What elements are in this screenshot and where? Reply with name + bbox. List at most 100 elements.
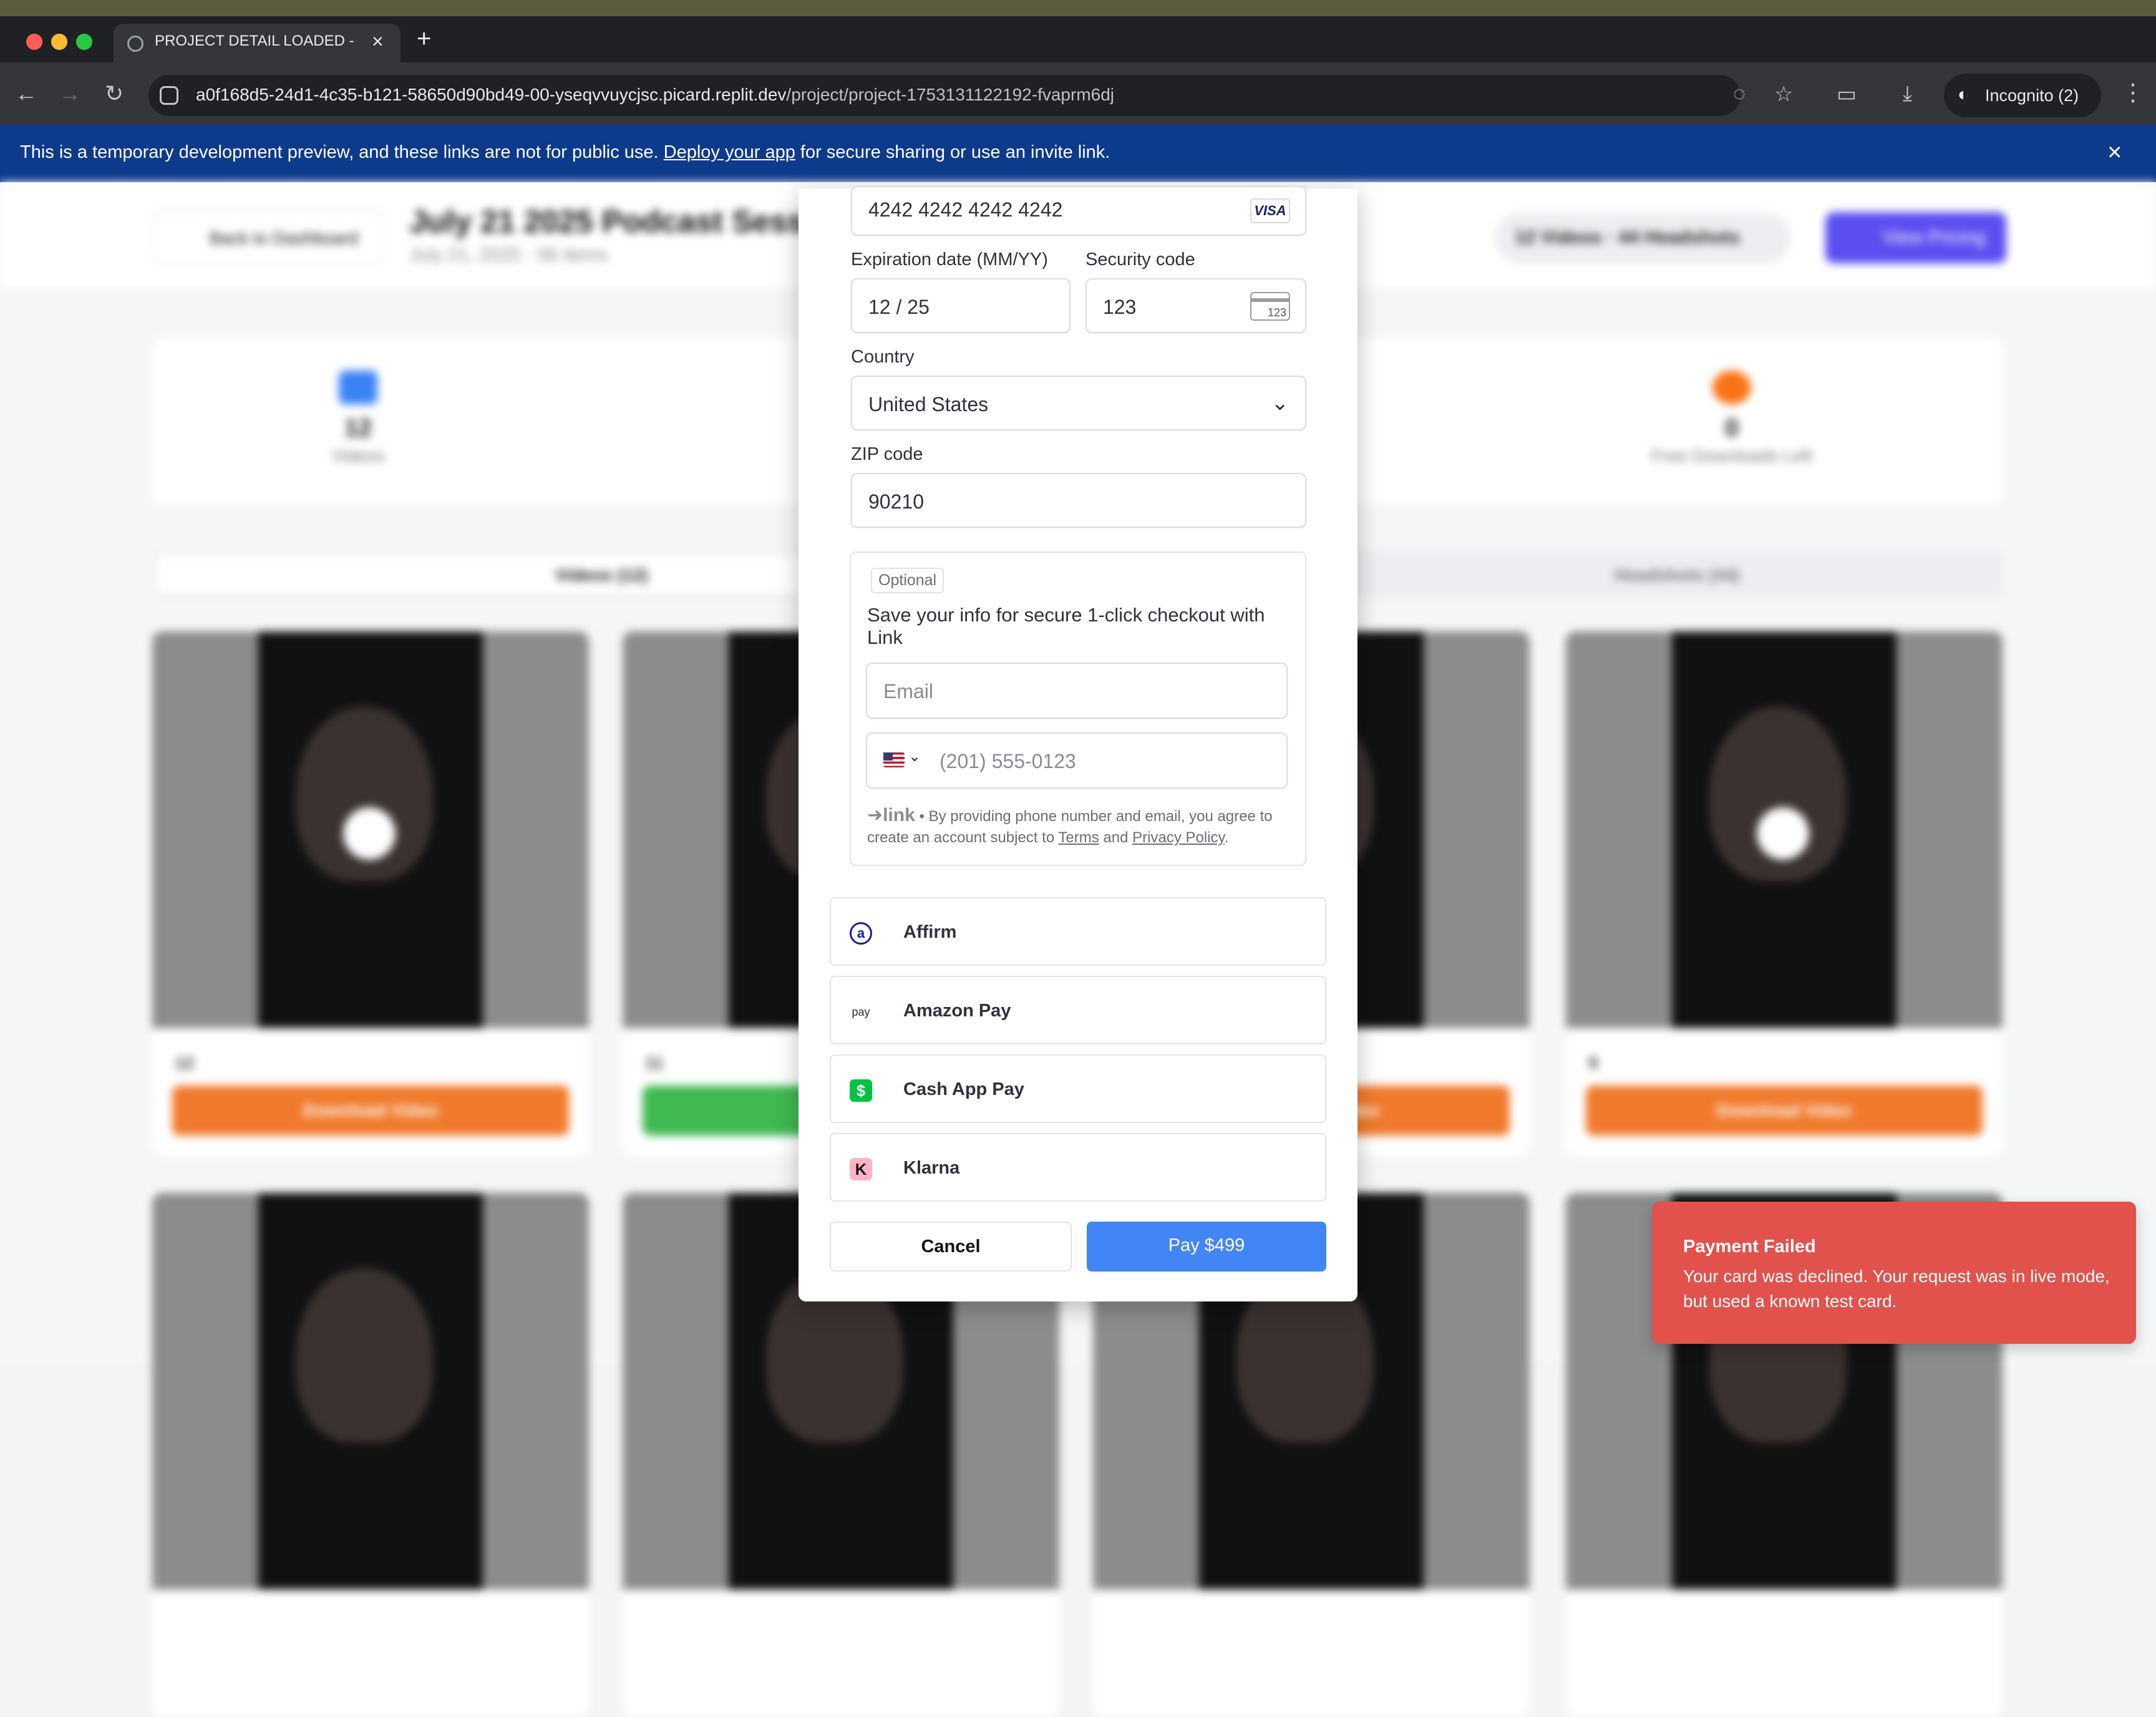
payment-modal: 4242 4242 4242 4242 VISA Expiration date… [799, 186, 1357, 1301]
video-card[interactable] [152, 1193, 589, 1717]
tab-close-icon[interactable]: × [372, 30, 384, 53]
play-icon[interactable] [1757, 807, 1809, 860]
payment-method-label: Klarna [903, 1158, 960, 1178]
browser-tab[interactable]: PROJECT DETAIL LOADED - / × [114, 24, 401, 62]
summary-badge: 12 Videos · 44 Headshots [1495, 212, 1790, 263]
close-window-button[interactable] [26, 34, 42, 50]
link-phone-input[interactable]: ⌄ (201) 555-0123 [866, 732, 1288, 789]
tab-favicon-icon [127, 36, 143, 52]
eye-slash-icon[interactable]: ◌ [1733, 82, 1746, 106]
cancel-button[interactable]: Cancel [830, 1222, 1072, 1272]
cash-app-icon: $ [850, 1079, 872, 1102]
os-menubar [0, 0, 2156, 16]
video-thumbnail[interactable] [1566, 631, 2003, 1028]
us-flag-icon[interactable] [883, 752, 905, 767]
reload-icon[interactable]: ↻ [105, 80, 124, 107]
payment-method-label: Cash App Pay [903, 1079, 1024, 1099]
cvc-icon-text: 123 [1267, 306, 1286, 319]
payment-method-amazon-pay[interactable]: pay Amazon Pay [830, 976, 1326, 1044]
payment-method-cash-app-pay[interactable]: $ Cash App Pay [830, 1054, 1326, 1123]
forward-arrow-icon[interactable]: → [59, 80, 81, 107]
email-placeholder: Email [883, 680, 934, 703]
payment-method-affirm[interactable]: a Affirm [830, 897, 1326, 966]
expiry-value: 12 / 25 [868, 296, 930, 318]
video-icon [339, 371, 377, 404]
video-number: 12 [175, 1053, 195, 1073]
link-legal-text: ➜link • By providing phone number and em… [867, 805, 1298, 849]
incognito-icon: ◐ [1958, 84, 1969, 105]
link-save-info-section: Optional Save your info for secure 1-cli… [850, 552, 1306, 866]
address-bar[interactable]: a0f168d5-24d1-4c35-b121-58650d90bd49-00-… [148, 75, 1741, 116]
payment-method-label: Amazon Pay [903, 1001, 1011, 1021]
new-tab-icon[interactable]: + [417, 25, 431, 53]
card-number-field[interactable]: 4242 4242 4242 4242 VISA [851, 186, 1306, 236]
country-value: United States [868, 393, 989, 416]
banner-close-icon[interactable]: × [2107, 139, 2122, 167]
cast-icon[interactable]: ▭ [1837, 82, 1857, 107]
zip-code-field[interactable]: 90210 [851, 473, 1306, 528]
page-subtitle: July 21, 2025 · 56 items [409, 245, 608, 265]
banner-text-after: for secure sharing or use an invite link… [795, 142, 1110, 162]
video-thumbnail[interactable] [152, 631, 589, 1028]
link-heading: Save your info for secure 1-click checko… [867, 604, 1265, 648]
minimize-window-button[interactable] [51, 34, 67, 50]
deploy-app-link[interactable]: Deploy your app [664, 142, 795, 162]
play-icon[interactable] [343, 807, 396, 860]
toast-title: Payment Failed [1683, 1237, 1816, 1257]
maximize-window-button[interactable] [76, 34, 92, 50]
stat-label: Free Downloads Left [1651, 446, 1813, 465]
country-select[interactable]: United States ⌄ [851, 376, 1306, 430]
stat-value: 12 [344, 414, 372, 442]
visa-card-icon: VISA [1250, 198, 1290, 223]
link-logo-text: link [883, 805, 915, 825]
expiry-field[interactable]: 12 / 25 [851, 278, 1071, 333]
tab-title: PROJECT DETAIL LOADED - / [155, 32, 354, 49]
chevron-down-icon[interactable]: ⌄ [908, 747, 921, 766]
download-video-button[interactable]: Download Video [1586, 1086, 1983, 1136]
download-icon[interactable]: ⤓ [1903, 82, 1912, 106]
payment-method-klarna[interactable]: K Klarna [830, 1133, 1326, 1202]
pay-label: Pay $499 [1168, 1235, 1245, 1255]
video-thumbnail[interactable] [152, 1193, 589, 1590]
privacy-policy-link[interactable]: Privacy Policy [1132, 829, 1225, 846]
tab-videos-label: Videos (12) [555, 565, 648, 585]
video-number: 9 [1588, 1053, 1598, 1073]
video-card[interactable]: 9 Download Video [1566, 631, 2003, 1155]
chevron-down-icon: ⌄ [1271, 391, 1289, 415]
bookmark-star-icon[interactable]: ☆ [1774, 82, 1793, 107]
klarna-icon: K [850, 1158, 872, 1180]
download-label: Download Video [303, 1101, 439, 1120]
view-pricing-button[interactable]: View Pricing [1825, 212, 2006, 263]
terms-link[interactable]: Terms [1058, 829, 1099, 846]
browser-chrome: PROJECT DETAIL LOADED - / × + ← → ↻ a0f1… [0, 0, 2156, 125]
download-label: Download Video [1716, 1101, 1852, 1120]
cvc-card-icon: 123 [1250, 292, 1290, 321]
cancel-label: Cancel [921, 1237, 981, 1257]
pay-button[interactable]: Pay $499 [1087, 1222, 1326, 1272]
optional-badge: Optional [871, 568, 944, 593]
download-video-button[interactable]: Download Video [172, 1086, 569, 1136]
browser-menu-icon[interactable]: ⋮ [2121, 79, 2145, 107]
banner-text: This is a temporary development preview,… [20, 142, 1110, 163]
dev-preview-banner: This is a temporary development preview,… [0, 125, 2156, 182]
payment-failed-toast[interactable]: Payment Failed Your card was declined. Y… [1652, 1202, 2136, 1344]
cvc-label: Security code [1085, 250, 1195, 270]
security-code-value: 123 [1103, 296, 1137, 318]
back-arrow-icon[interactable]: ← [15, 80, 37, 107]
stat-value: 0 [1724, 414, 1739, 442]
video-card[interactable]: 12 Download Video [152, 631, 589, 1155]
security-code-field[interactable]: 123 123 [1085, 278, 1306, 333]
url-text[interactable]: a0f168d5-24d1-4c35-b121-58650d90bd49-00-… [196, 85, 1114, 105]
site-info-icon[interactable] [160, 86, 178, 105]
stat-videos: 12 Videos [171, 338, 545, 466]
url-host: a0f168d5-24d1-4c35-b121-58650d90bd49-00-… [196, 85, 787, 104]
link-email-input[interactable]: Email [866, 663, 1288, 719]
incognito-badge[interactable]: ◐ Incognito (2) [1944, 74, 2101, 117]
zip-label: ZIP code [851, 444, 923, 464]
incognito-label: Incognito (2) [1985, 86, 2079, 105]
legal-and: and [1099, 829, 1133, 846]
stat-free-downloads: 0 Free Downloads Left [1545, 338, 1919, 466]
stat-label: Videos [331, 446, 385, 465]
video-frame [258, 1193, 483, 1590]
back-to-dashboard-button[interactable]: Back to Dashboard [152, 210, 384, 265]
